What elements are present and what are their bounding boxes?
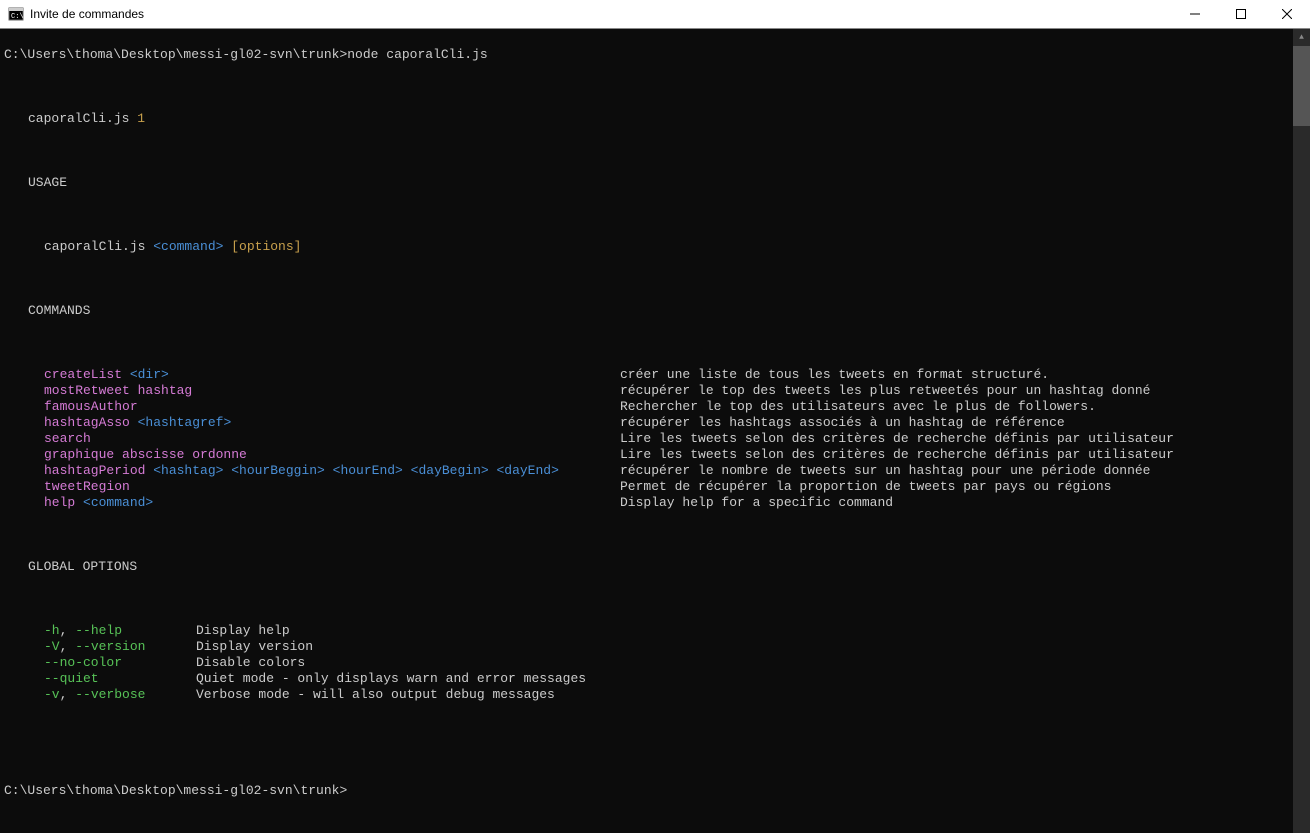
command-name: hashtagAsso	[44, 415, 138, 430]
command-desc: Lire les tweets selon des critères de re…	[620, 447, 1289, 463]
command-name: createList	[44, 367, 130, 382]
option-desc: Quiet mode - only displays warn and erro…	[196, 671, 586, 687]
command-desc: créer une liste de tous les tweets en fo…	[620, 367, 1289, 383]
command-row: hashtagPeriod <hashtag> <hourBeggin> <ho…	[4, 463, 1289, 479]
section-commands: COMMANDS	[4, 303, 1289, 319]
command-name: tweetRegion	[44, 479, 130, 494]
command-desc: Display help for a specific command	[620, 495, 1289, 511]
command-row: mostRetweet hashtag récupérer le top des …	[4, 383, 1289, 399]
command-desc: récupérer le nombre de tweets sur un has…	[620, 463, 1289, 479]
command-desc: Lire les tweets selon des critères de re…	[620, 431, 1289, 447]
close-button[interactable]	[1264, 0, 1310, 29]
program-version: 1	[137, 111, 145, 126]
option-row: -v, --verboseVerbose mode - will also ou…	[4, 687, 1289, 703]
option-short: -v	[44, 687, 60, 702]
command-name: graphique abscisse ordonne	[44, 447, 247, 462]
command-name: mostRetweet hashtag	[44, 383, 192, 398]
option-long: --version	[75, 639, 145, 654]
option-desc: Display version	[196, 639, 313, 655]
command-row: createList <dir> créer une liste de tous …	[4, 367, 1289, 383]
cmd-icon: C:\	[8, 6, 24, 22]
command-arg: <dir>	[130, 367, 169, 382]
command-row: help <command>Display help for a specifi…	[4, 495, 1289, 511]
vertical-scrollbar[interactable]: ▲	[1293, 29, 1310, 833]
scrollbar-up-arrow[interactable]: ▲	[1293, 29, 1310, 46]
command-arg: <hashtagref>	[138, 415, 232, 430]
minimize-button[interactable]	[1172, 0, 1218, 29]
window-controls	[1172, 0, 1310, 29]
option-desc: Disable colors	[196, 655, 305, 671]
usage-prog: caporalCli.js	[44, 239, 153, 254]
command-row: search Lire les tweets selon des critères…	[4, 431, 1289, 447]
window-title: Invite de commandes	[30, 7, 1172, 21]
section-global-options: GLOBAL OPTIONS	[4, 559, 1289, 575]
option-desc: Display help	[196, 623, 290, 639]
usage-options: [options]	[223, 239, 301, 254]
option-long: --verbose	[75, 687, 145, 702]
usage-command: <command>	[153, 239, 223, 254]
window-titlebar: C:\ Invite de commandes	[0, 0, 1310, 29]
option-row: -h, --helpDisplay help	[4, 623, 1289, 639]
terminal-output[interactable]: C:\Users\thoma\Desktop\messi-gl02-svn\tr…	[0, 29, 1293, 833]
option-row: --quiet Quiet mode - only displays warn a…	[4, 671, 1289, 687]
command-row: hashtagAsso <hashtagref> récupérer les ha…	[4, 415, 1289, 431]
command-desc: récupérer les hashtags associés à un has…	[620, 415, 1289, 431]
option-long: --no-color	[44, 655, 122, 670]
option-desc: Verbose mode - will also output debug me…	[196, 687, 555, 703]
option-short: -h	[44, 623, 60, 638]
command-desc: récupérer le top des tweets les plus ret…	[620, 383, 1289, 399]
svg-text:C:\: C:\	[11, 13, 24, 21]
command-name: search	[44, 431, 91, 446]
command-name: famousAuthor	[44, 399, 138, 414]
maximize-button[interactable]	[1218, 0, 1264, 29]
scrollbar-thumb[interactable]	[1293, 46, 1310, 126]
command-desc: Rechercher le top des utilisateurs avec …	[620, 399, 1289, 415]
program-name: caporalCli.js	[28, 111, 129, 126]
option-long: --help	[75, 623, 122, 638]
option-short: -V	[44, 639, 60, 654]
option-long: --quiet	[44, 671, 99, 686]
prompt-line: C:\Users\thoma\Desktop\messi-gl02-svn\tr…	[4, 47, 1289, 63]
command-row: graphique abscisse ordonne Lire les tweet…	[4, 447, 1289, 463]
command-desc: Permet de récupérer la proportion de twe…	[620, 479, 1289, 495]
option-row: --no-color Disable colors	[4, 655, 1289, 671]
prompt-line-2: C:\Users\thoma\Desktop\messi-gl02-svn\tr…	[4, 783, 1289, 799]
command-row: tweetRegion Permet de récupérer la propor…	[4, 479, 1289, 495]
command-arg: <hashtag> <hourBeggin> <hourEnd> <dayBeg…	[153, 463, 559, 478]
option-row: -V, --versionDisplay version	[4, 639, 1289, 655]
terminal-area: C:\Users\thoma\Desktop\messi-gl02-svn\tr…	[0, 29, 1310, 833]
command-row: famousAuthor Rechercher le top des utilis…	[4, 399, 1289, 415]
section-usage: USAGE	[4, 175, 1289, 191]
command-name: hashtagPeriod	[44, 463, 153, 478]
